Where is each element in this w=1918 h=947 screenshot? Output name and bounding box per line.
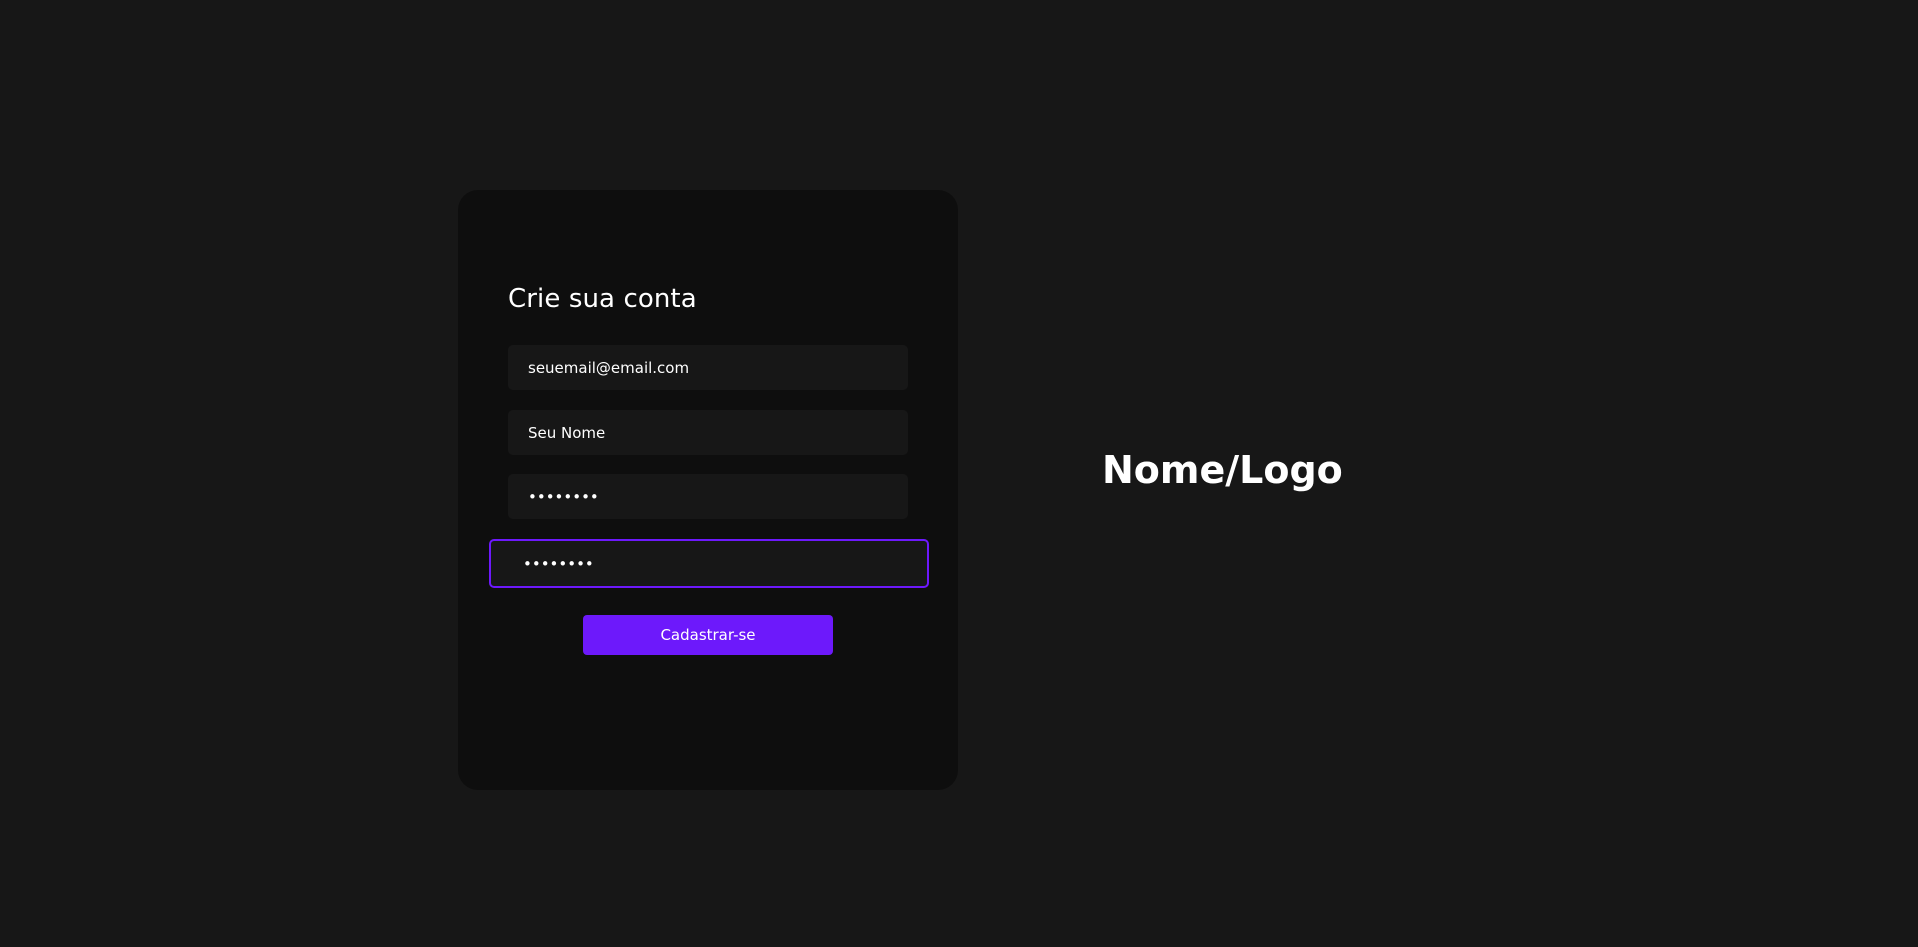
password-field[interactable] (508, 474, 908, 519)
signup-card: Crie sua conta Cadastrar-se (458, 190, 958, 790)
brand-logo-text: Nome/Logo (1102, 448, 1343, 492)
confirm-password-field[interactable] (489, 539, 929, 588)
signup-button[interactable]: Cadastrar-se (583, 615, 833, 655)
signup-title: Crie sua conta (508, 284, 697, 314)
name-field[interactable] (508, 410, 908, 455)
page: Crie sua conta Cadastrar-se Nome/Logo (0, 0, 1918, 947)
email-field[interactable] (508, 345, 908, 390)
